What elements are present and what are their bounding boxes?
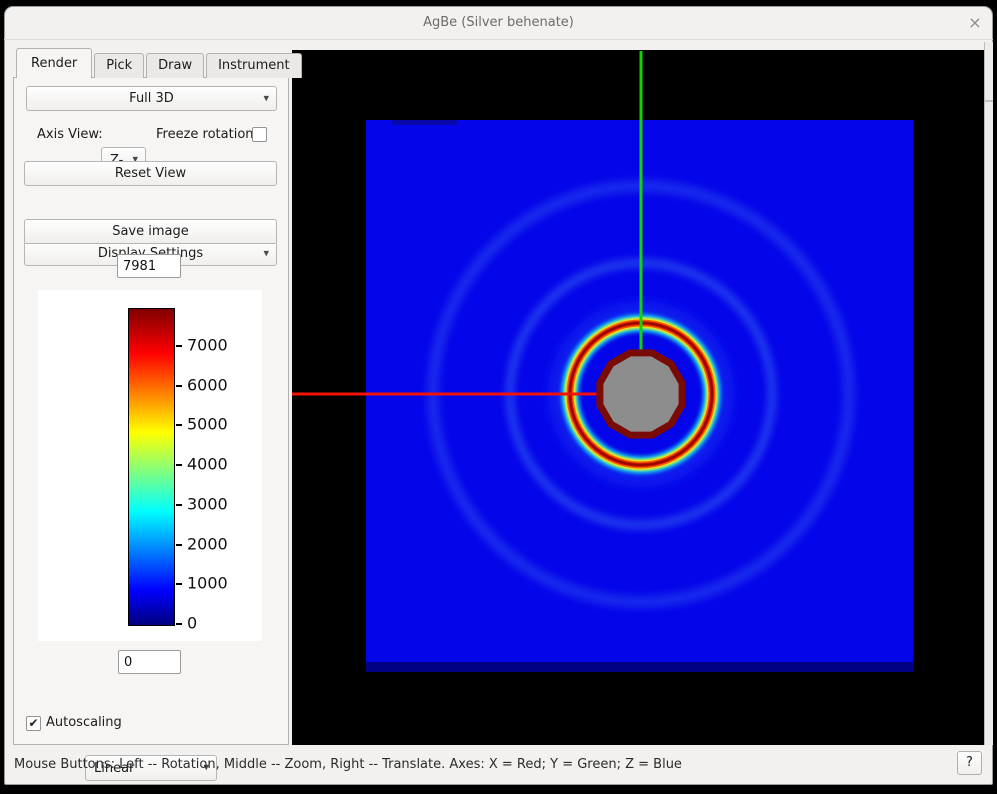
close-icon[interactable]: ×: [960, 8, 990, 38]
help-button[interactable]: ?: [957, 751, 982, 775]
save-image-label: Save image: [112, 224, 189, 239]
save-image-button[interactable]: Save image: [24, 219, 277, 244]
axis-view-label: Axis View:: [37, 127, 103, 142]
colorbar-gradient: [128, 308, 175, 626]
colorbar-panel: 7000 6000 5000 4000 3000 2000 1000 0: [38, 290, 262, 641]
reset-view-button[interactable]: Reset View: [24, 161, 277, 186]
chevron-down-icon: ▾: [263, 91, 269, 104]
freeze-rotation-checkbox[interactable]: [252, 127, 267, 142]
colorbar-tick-label: 7000: [187, 336, 228, 355]
autoscaling-checkbox[interactable]: ✔: [26, 716, 41, 731]
detector-canvas: [292, 50, 984, 745]
title-bar[interactable]: AgBe (Silver behenate): [4, 6, 993, 40]
tab-draw[interactable]: Draw: [146, 53, 204, 78]
beamstop-polygon: [600, 353, 682, 435]
render-mode-value: Full 3D: [129, 91, 174, 106]
freeze-rotation-label: Freeze rotation: [156, 127, 254, 142]
colorbar-tick-mark: [176, 623, 182, 625]
tab-pick[interactable]: Pick: [94, 53, 144, 78]
colorbar-tick-mark: [176, 464, 182, 466]
colorbar-tick-mark: [176, 544, 182, 546]
colorbar-tick-label: 2000: [187, 534, 228, 553]
window-title: AgBe (Silver behenate): [423, 15, 574, 30]
colorbar-tick-mark: [176, 504, 182, 506]
render-mode-select[interactable]: Full 3D ▾: [26, 86, 277, 111]
max-scale-input[interactable]: [117, 254, 181, 278]
scrollbar-thumb[interactable]: [985, 42, 993, 102]
reset-view-label: Reset View: [115, 166, 186, 181]
status-bar-text: Mouse Buttons: Left -- Rotation, Middle …: [14, 748, 914, 782]
colorbar-tick-mark: [176, 583, 182, 585]
min-scale-input[interactable]: [118, 650, 181, 674]
viewport-scrollbar[interactable]: [984, 42, 993, 745]
tab-bar: RenderPickDrawInstrument: [16, 48, 302, 78]
render-viewport[interactable]: [292, 50, 984, 745]
chevron-down-icon: ▾: [263, 246, 269, 259]
tab-render[interactable]: Render: [16, 48, 92, 78]
autoscaling-label: Autoscaling: [46, 715, 122, 730]
colorbar-tick-label: 6000: [187, 375, 228, 394]
colorbar-tick-label: 3000: [187, 494, 228, 513]
colorbar-tick-label: 0: [187, 613, 197, 632]
colorbar-tick-label: 4000: [187, 455, 228, 474]
tab-instrument[interactable]: Instrument: [206, 53, 302, 78]
colorbar-tick-label: 1000: [187, 574, 228, 593]
colorbar-tick-mark: [176, 424, 182, 426]
colorbar-tick-mark: [176, 385, 182, 387]
colorbar-tick-mark: [176, 345, 182, 347]
colorbar-tick-label: 5000: [187, 415, 228, 434]
